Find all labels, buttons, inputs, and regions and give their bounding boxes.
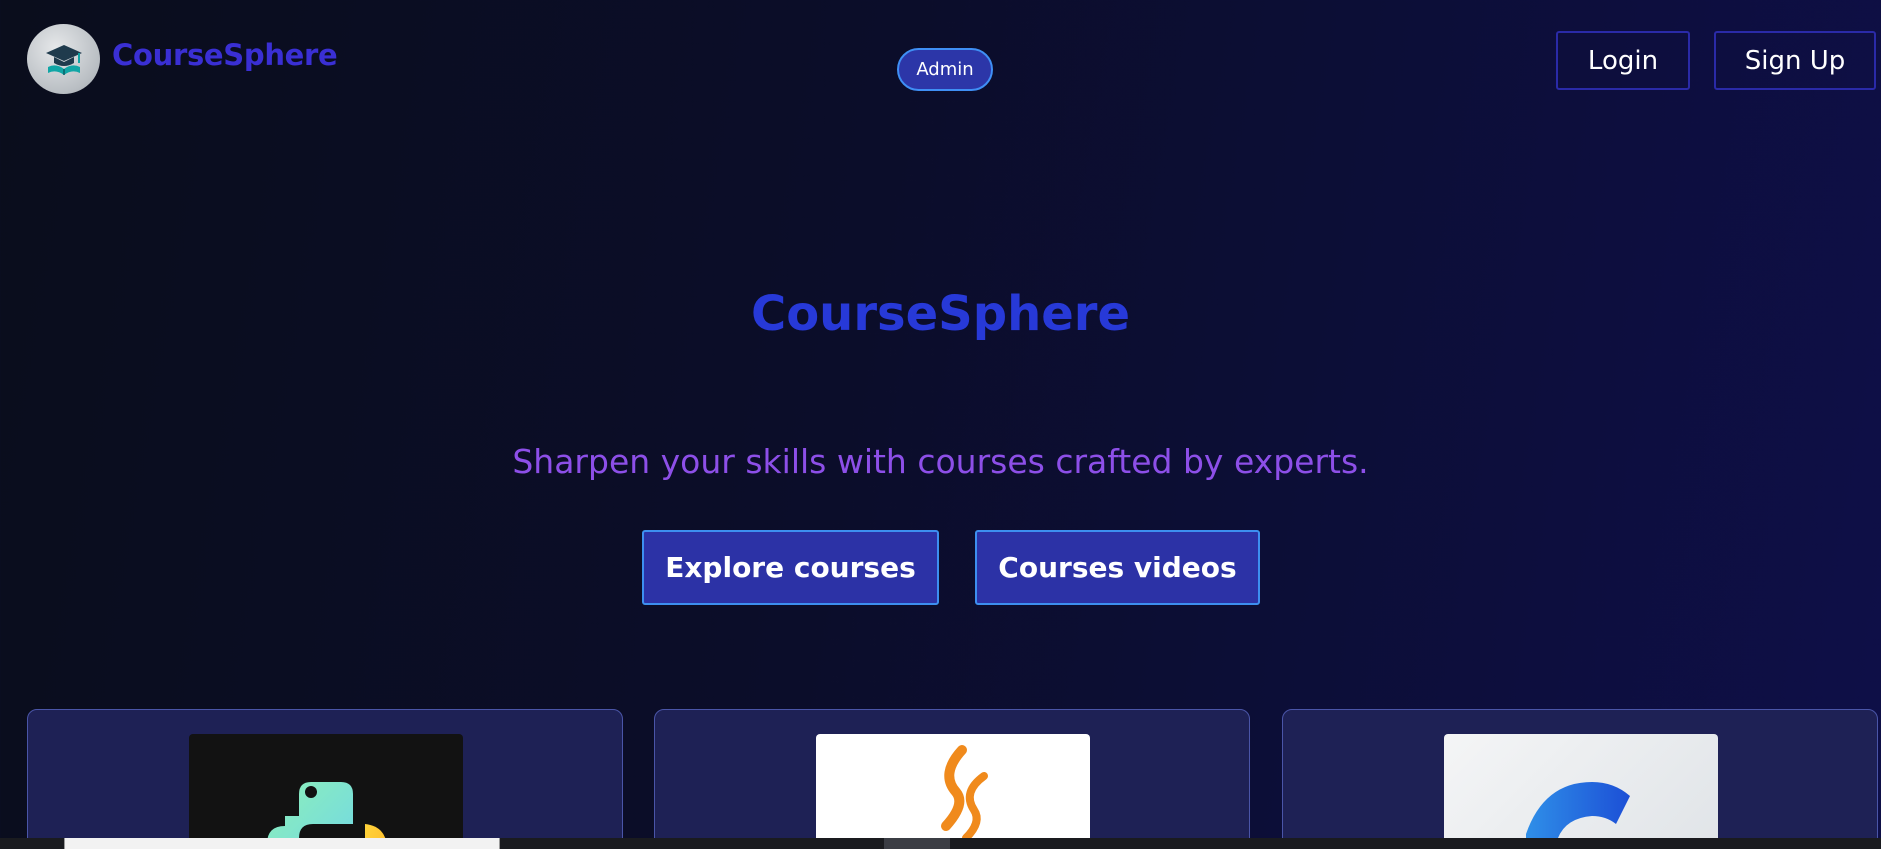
signup-button[interactable]: Sign Up <box>1714 31 1876 90</box>
course-card-python[interactable] <box>27 709 623 849</box>
hero-title: CourseSphere <box>750 286 1131 342</box>
python-logo-icon <box>267 782 387 849</box>
course-thumbnail <box>816 734 1090 849</box>
c-language-logo-icon <box>1526 782 1630 849</box>
graduation-book-icon <box>45 45 82 75</box>
explore-courses-button[interactable]: Explore courses <box>642 530 939 605</box>
taskbar-active-segment[interactable] <box>884 838 950 849</box>
java-logo-icon <box>941 745 988 842</box>
login-button[interactable]: Login <box>1556 31 1690 90</box>
course-thumbnail <box>1444 734 1718 849</box>
course-thumbnail <box>189 734 463 849</box>
brand-name[interactable]: CourseSphere <box>112 38 338 72</box>
taskbar-window-preview[interactable] <box>64 838 500 849</box>
hero-tagline: Sharpen your skills with courses crafted… <box>512 442 1369 481</box>
course-card-c[interactable] <box>1282 709 1878 849</box>
course-card-java[interactable] <box>654 709 1250 849</box>
courses-videos-button[interactable]: Courses videos <box>975 530 1260 605</box>
admin-button[interactable]: Admin <box>897 48 993 91</box>
site-logo[interactable] <box>27 24 100 94</box>
